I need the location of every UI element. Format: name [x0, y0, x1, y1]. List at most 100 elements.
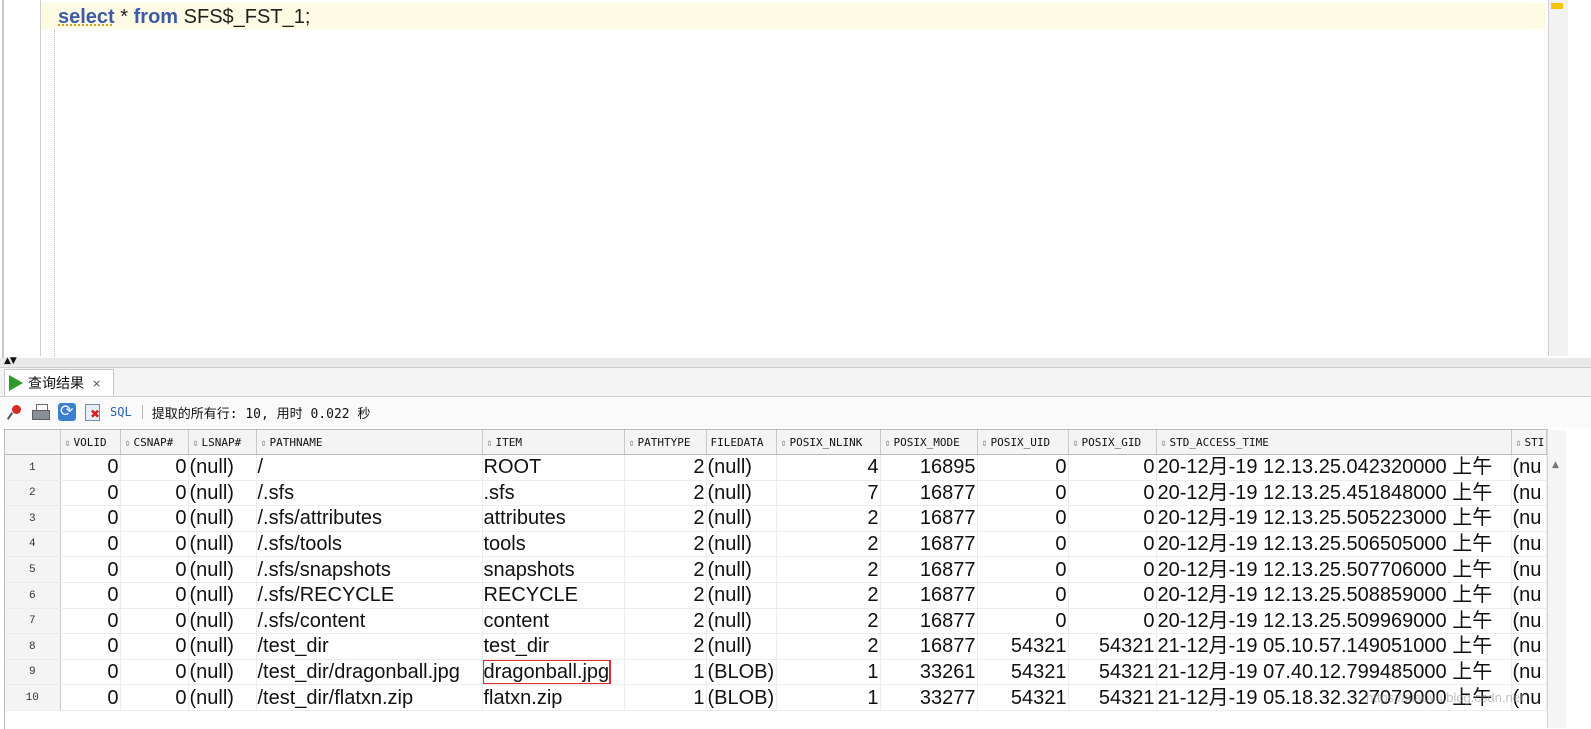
cell-volid[interactable]: 0 [60, 556, 121, 583]
cell-pathname[interactable]: /test_dir/flatxn.zip [256, 684, 483, 711]
cell-posix-mode[interactable]: 16877 [880, 608, 978, 635]
cell-csnap[interactable]: 0 [120, 454, 189, 481]
cell-item[interactable]: flatxn.zip [482, 684, 625, 711]
cell-lsnap[interactable]: (null) [188, 531, 257, 558]
cell-lsnap[interactable]: (null) [188, 659, 257, 686]
cell-std-access-time[interactable]: 21-12月-19 07.40.12.799485000 上午 [1156, 659, 1512, 686]
cell-posix-mode[interactable]: 16877 [880, 582, 978, 609]
cell-next[interactable]: (nu [1511, 531, 1547, 558]
table-row[interactable]: 9 0 0 (null)/test_dir/dragonball.jpg dragonb… [5, 659, 1547, 686]
cell-pathname[interactable]: /.sfs [256, 480, 483, 507]
table-row[interactable]: 8 0 0 (null)/test_dir test_dir 2 (null) 2 16877 5… [5, 633, 1547, 660]
cell-lsnap[interactable]: (null) [188, 454, 257, 481]
cell-posix-gid[interactable]: 54321 [1068, 684, 1157, 711]
cell-posix-uid[interactable]: 0 [977, 480, 1069, 507]
cell-posix-nlink[interactable]: 2 [776, 582, 881, 609]
cell-item[interactable]: tools [482, 531, 625, 558]
cell-item[interactable]: .sfs [482, 480, 625, 507]
cell-posix-gid[interactable]: 0 [1068, 480, 1157, 507]
cell-pathtype[interactable]: 2 [624, 531, 707, 558]
cell-filedata[interactable]: (null) [706, 608, 777, 635]
cell-filedata[interactable]: (BLOB) [706, 684, 777, 711]
cell-pathname[interactable]: /.sfs/attributes [256, 505, 483, 532]
print-icon[interactable] [30, 402, 52, 422]
cell-filedata[interactable]: (null) [706, 633, 777, 660]
row-number[interactable]: 6 [5, 582, 61, 609]
table-row[interactable]: 1 0 0 (null) / ROOT 2 (null) 4 16895 0 0 20-12月-19 1… [5, 454, 1547, 481]
row-number[interactable]: 10 [5, 684, 61, 711]
cell-item[interactable]: ROOT [482, 454, 625, 481]
cell-next[interactable]: (nu [1511, 582, 1547, 609]
cell-posix-nlink[interactable]: 7 [776, 480, 881, 507]
row-number[interactable]: 3 [5, 505, 61, 532]
cell-std-access-time[interactable]: 20-12月-19 12.13.25.507706000 上午 [1156, 556, 1512, 583]
refresh-icon[interactable] [56, 401, 78, 422]
cell-pathtype[interactable]: 2 [624, 608, 707, 635]
cell-lsnap[interactable]: (null) [188, 505, 257, 532]
cell-posix-gid[interactable]: 54321 [1068, 659, 1157, 686]
row-number[interactable]: 9 [5, 659, 61, 686]
cell-posix-nlink[interactable]: 1 [776, 659, 881, 686]
cell-item[interactable]: RECYCLE [482, 582, 625, 609]
cell-csnap[interactable]: 0 [120, 684, 189, 711]
sql-statement[interactable]: select * from SFS$_FST_1; [58, 4, 310, 30]
cell-posix-uid[interactable]: 0 [977, 505, 1069, 532]
cell-next[interactable]: (nu [1511, 454, 1547, 481]
cell-posix-uid[interactable]: 54321 [977, 684, 1069, 711]
cell-next[interactable]: (nu [1511, 505, 1547, 532]
row-number[interactable]: 2 [5, 480, 61, 507]
editor-scrollbar[interactable] [1548, 0, 1569, 356]
cell-posix-mode[interactable]: 33277 [880, 684, 978, 711]
table-row[interactable]: 4 0 0 (null)/.sfs/tools tools 2 (null) 2 16877 0 0… [5, 531, 1547, 558]
cell-lsnap[interactable]: (null) [188, 480, 257, 507]
cell-csnap[interactable]: 0 [120, 608, 189, 635]
cell-pathname[interactable]: / [256, 454, 483, 481]
cell-pathname[interactable]: /.sfs/snapshots [256, 556, 483, 583]
table-row[interactable]: 10 0 0 (null)/test_dir/flatxn.zip flatxn.zip… [5, 684, 1547, 711]
cell-lsnap[interactable]: (null) [188, 556, 257, 583]
cell-pathname[interactable]: /.sfs/content [256, 608, 483, 635]
cell-pathname[interactable]: /.sfs/RECYCLE [256, 582, 483, 609]
cell-posix-uid[interactable]: 0 [977, 608, 1069, 635]
cell-filedata[interactable]: (BLOB) [706, 659, 777, 686]
cell-posix-mode[interactable]: 16877 [880, 531, 978, 558]
cell-item[interactable]: dragonball.jpg [482, 659, 625, 686]
cell-volid[interactable]: 0 [60, 454, 121, 481]
table-row[interactable]: 2 0 0 (null)/.sfs .sfs 2 (null) 7 16877 0 0 20-12月-… [5, 480, 1547, 507]
cell-lsnap[interactable]: (null) [188, 684, 257, 711]
grid-scrollbar[interactable]: ▲ [1547, 430, 1566, 728]
cell-pathname[interactable]: /.sfs/tools [256, 531, 483, 558]
cell-lsnap[interactable]: (null) [188, 608, 257, 635]
column-header-pathtype[interactable]: ⇕ PATHTYPE [624, 430, 707, 455]
table-row[interactable]: 6 0 0 (null)/.sfs/RECYCLE RECYCLE 2 (null) 2 168… [5, 582, 1547, 609]
cell-pathtype[interactable]: 1 [624, 684, 707, 711]
row-number[interactable]: 1 [5, 454, 61, 481]
cell-std-access-time[interactable]: 21-12月-19 05.10.57.149051000 上午 [1156, 633, 1512, 660]
cell-std-access-time[interactable]: 20-12月-19 12.13.25.451848000 上午 [1156, 480, 1512, 507]
cell-pathtype[interactable]: 2 [624, 582, 707, 609]
cell-item[interactable]: test_dir [482, 633, 625, 660]
column-header-filedata[interactable]: FILEDATA [706, 430, 777, 455]
tab-query-results[interactable]: 查询结果 × [4, 369, 114, 396]
cell-csnap[interactable]: 0 [120, 633, 189, 660]
cell-next[interactable]: (nu [1511, 633, 1547, 660]
column-header-next[interactable]: ⇕ STI [1511, 430, 1547, 455]
cell-item[interactable]: content [482, 608, 625, 635]
cell-volid[interactable]: 0 [60, 531, 121, 558]
row-number[interactable]: 8 [5, 633, 61, 660]
cell-std-access-time[interactable]: 20-12月-19 12.13.25.505223000 上午 [1156, 505, 1512, 532]
cell-filedata[interactable]: (null) [706, 505, 777, 532]
pane-splitter[interactable]: ▲▼ [0, 356, 1591, 368]
cell-std-access-time[interactable]: 20-12月-19 12.13.25.042320000 上午 [1156, 454, 1512, 481]
cell-volid[interactable]: 0 [60, 659, 121, 686]
column-header-pathname[interactable]: ⇕ PATHNAME [256, 430, 483, 455]
cell-posix-uid[interactable]: 54321 [977, 659, 1069, 686]
cell-volid[interactable]: 0 [60, 608, 121, 635]
table-row[interactable]: 5 0 0 (null)/.sfs/snapshots snapshots 2 (null)… [5, 556, 1547, 583]
cell-std-access-time[interactable]: 20-12月-19 12.13.25.508859000 上午 [1156, 582, 1512, 609]
cell-next[interactable]: (nu [1511, 608, 1547, 635]
cell-pathname[interactable]: /test_dir/dragonball.jpg [256, 659, 483, 686]
column-header-item[interactable]: ⇕ ITEM [482, 430, 625, 455]
cell-posix-gid[interactable]: 0 [1068, 556, 1157, 583]
cell-csnap[interactable]: 0 [120, 659, 189, 686]
